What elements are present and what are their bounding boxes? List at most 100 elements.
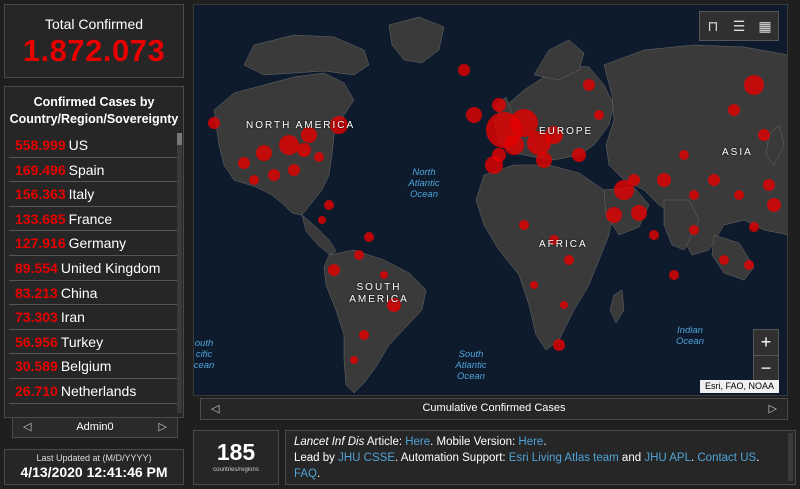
case-count: 73.303 [15,309,58,326]
list-item[interactable]: 127.916 Germany [9,231,179,256]
list-item[interactable]: 156.363 Italy [9,182,179,207]
list-item[interactable]: 26.710 Netherlands [9,379,179,404]
list-item[interactable]: 169.496 Spain [9,158,179,183]
case-count: 89.554 [15,259,58,276]
next-map-tab-icon[interactable]: ▷ [769,402,777,415]
zoom-in-button[interactable]: + [754,330,778,355]
next-tab-icon[interactable]: ▷ [159,418,167,437]
case-bubble[interactable] [208,117,220,129]
case-bubble[interactable] [279,135,299,155]
case-count: 558.999 [15,137,66,153]
case-bubble[interactable] [734,190,744,200]
case-bubble[interactable] [268,169,280,181]
admin-tab-label[interactable]: Admin0 [13,418,177,437]
case-bubble[interactable] [354,250,364,260]
case-bubble[interactable] [728,104,740,116]
total-confirmed-value: 1.872.073 [22,33,166,68]
info-scrollbar[interactable] [788,433,793,481]
world-map[interactable]: NORTH AMERICA SOUTH AMERICA EUROPE AFRIC… [193,4,788,396]
indian-ocean-label: Indian Ocean [676,325,704,347]
faq-link[interactable]: FAQ [294,468,317,480]
case-bubble[interactable] [657,173,671,187]
article-link[interactable]: Here [405,436,430,448]
country-name: France [68,210,113,227]
case-bubble[interactable] [572,148,586,162]
bookmark-icon[interactable]: ⊓ [704,18,722,35]
article-text: Article: [364,436,406,448]
country-list-scrollbar[interactable] [177,133,182,413]
list-item[interactable]: 56.956 Turkey [9,330,179,355]
case-bubble[interactable] [492,98,506,112]
countries-count-value: 185 [216,439,256,465]
case-bubble[interactable] [744,260,754,270]
case-bubble[interactable] [744,75,764,95]
case-bubble[interactable] [328,264,340,276]
case-bubble[interactable] [583,79,595,91]
case-count: 127.916 [15,235,66,252]
case-bubble[interactable] [256,145,272,161]
case-bubble[interactable] [485,156,503,174]
case-bubble[interactable] [553,339,565,351]
case-bubble[interactable] [719,255,729,265]
mobile-link[interactable]: Here [518,436,543,448]
case-bubble[interactable] [350,356,358,364]
list-item[interactable]: 30.589 Belgium [9,354,179,379]
case-bubble[interactable] [708,174,720,186]
case-bubble[interactable] [767,198,781,212]
case-bubble[interactable] [594,110,604,120]
list-item[interactable]: 83.213 China [9,281,179,306]
case-bubble[interactable] [631,205,647,221]
case-bubble[interactable] [364,232,374,242]
list-item[interactable]: 73.303 Iran [9,305,179,330]
jhu-csse-link[interactable]: JHU CSSE [338,452,395,464]
case-bubble[interactable] [564,255,574,265]
case-bubble[interactable] [749,222,759,232]
case-bubble[interactable] [758,129,770,141]
case-bubble[interactable] [297,143,311,157]
list-item[interactable]: 89.554 United Kingdom [9,256,179,281]
case-bubble[interactable] [359,330,369,340]
list-icon[interactable]: ☰ [730,18,748,35]
case-bubble[interactable] [560,301,568,309]
case-count: 133.685 [15,210,66,227]
case-bubble[interactable] [530,281,538,289]
jhu-apl-link[interactable]: JHU APL [644,452,691,464]
case-count: 156.363 [15,186,66,203]
case-bubble[interactable] [649,230,659,240]
last-updated-value: 4/13/2020 12:41:46 PM [20,464,168,480]
case-bubble[interactable] [679,150,689,160]
case-bubble[interactable] [288,164,300,176]
zoom-out-button[interactable]: − [754,355,778,381]
case-bubble[interactable] [536,152,552,168]
living-atlas-link[interactable]: Esri Living Atlas team [509,452,619,464]
case-bubble[interactable] [628,174,640,186]
case-bubble[interactable] [669,270,679,280]
case-bubble[interactable] [249,175,259,185]
case-bubble[interactable] [519,220,529,230]
lead-by-text: Lead by [294,452,339,464]
qr-code-icon[interactable]: ▦ [756,18,774,35]
map-tab-bar: ◁ Cumulative Confirmed Cases ▷ [200,398,788,420]
case-bubble[interactable] [318,216,326,224]
case-bubble[interactable] [689,190,699,200]
map-tab-label[interactable]: Cumulative Confirmed Cases [201,402,787,414]
contact-link[interactable]: Contact US [697,452,756,464]
scrollbar-thumb[interactable] [177,133,182,145]
list-item[interactable]: 558.999 US [9,133,179,158]
case-bubble[interactable] [324,200,334,210]
list-item[interactable]: 133.685 France [9,207,179,232]
case-bubble[interactable] [458,64,470,76]
case-bubble[interactable] [380,271,388,279]
case-bubble[interactable] [466,107,482,123]
countries-count-label: countries/regions [213,467,259,473]
case-bubble[interactable] [763,179,775,191]
case-bubble[interactable] [504,135,524,155]
info-panel: Lancet Inf Dis Article: Here. Mobile Ver… [285,430,796,485]
case-count: 169.496 [15,161,66,178]
case-bubble[interactable] [314,152,324,162]
southeast-asia-landmass [711,234,755,281]
case-bubble[interactable] [606,207,622,223]
country-name: US [68,137,89,153]
case-bubble[interactable] [238,157,250,169]
case-bubble[interactable] [689,225,699,235]
